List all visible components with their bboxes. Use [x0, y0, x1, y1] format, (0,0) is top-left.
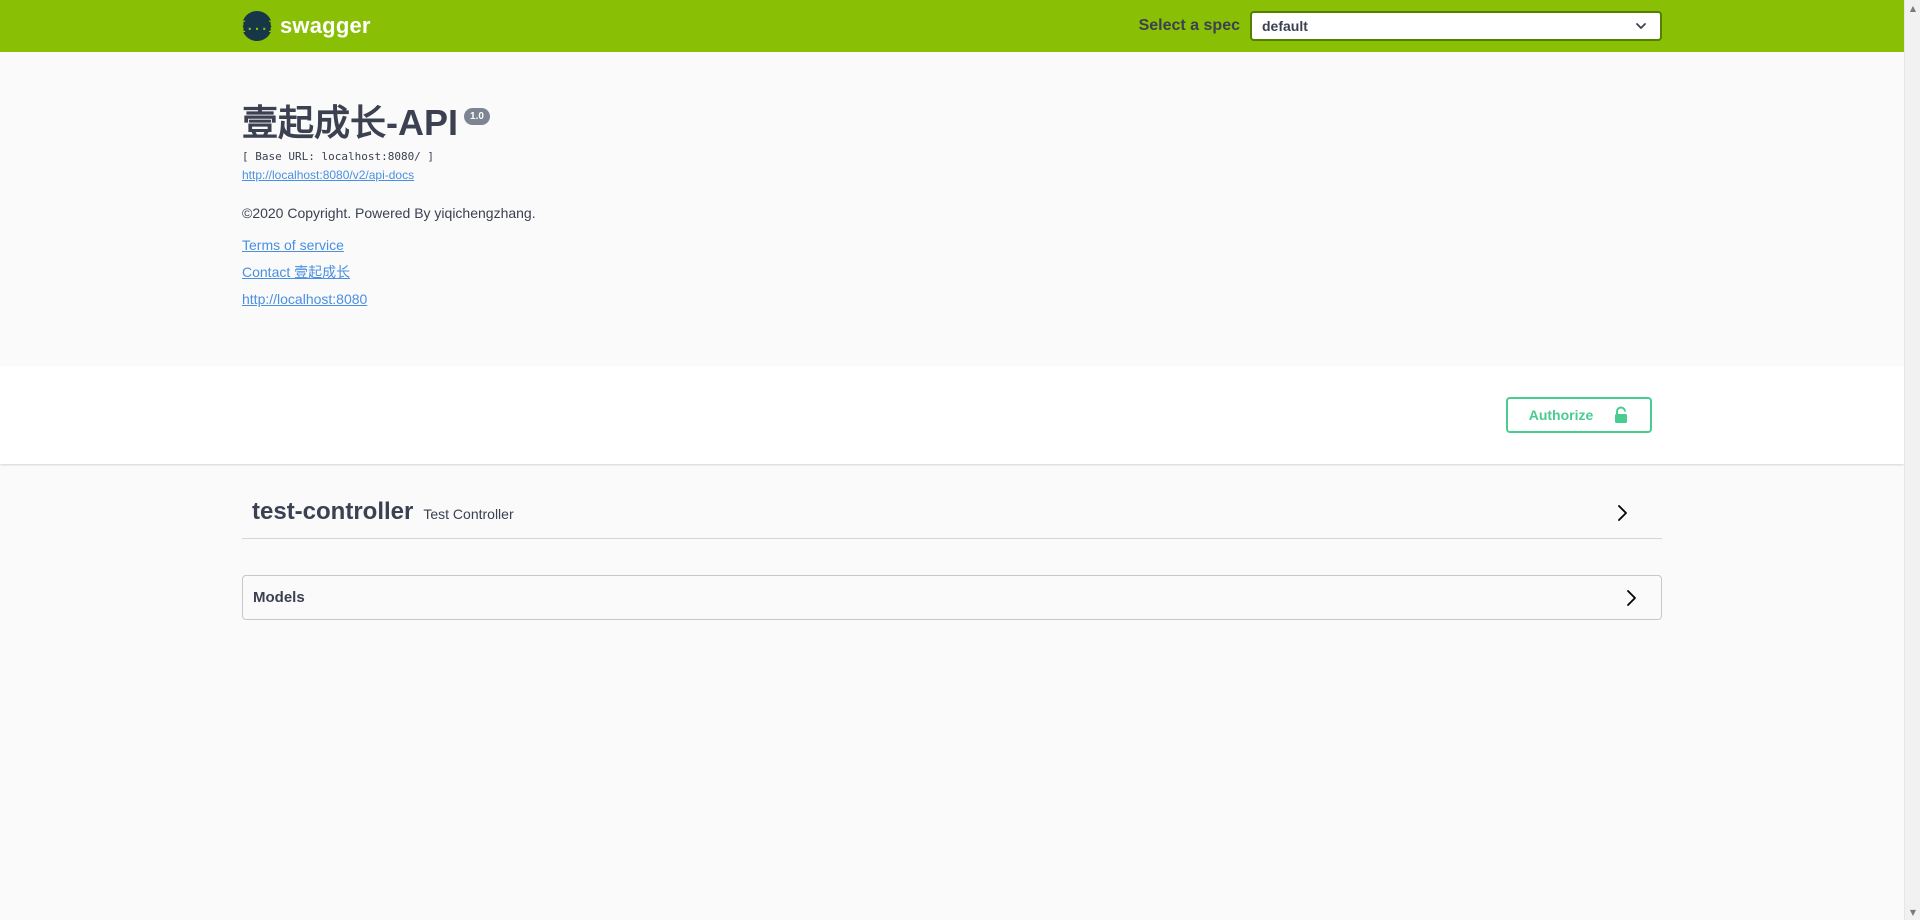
scroll-track[interactable]: [1909, 20, 1917, 900]
spec-label: Select a spec: [1138, 17, 1240, 34]
spec-selector-group: Select a spec default: [1139, 11, 1662, 41]
authorize-button[interactable]: Authorize: [1506, 397, 1652, 433]
scroll-up-icon[interactable]: ▲: [1905, 0, 1920, 16]
models-section[interactable]: Models: [242, 575, 1662, 620]
spec-selected-value: default: [1262, 18, 1308, 34]
api-docs-link[interactable]: http://localhost:8080/v2/api-docs: [242, 168, 414, 182]
tag-description: Test Controller: [423, 505, 514, 522]
base-url: [ Base URL: localhost:8080/ ]: [242, 150, 435, 163]
authorize-label: Authorize: [1528, 407, 1594, 423]
swagger-ui-page: {...} swagger Select a spec default 壹起成长…: [0, 0, 1920, 920]
lock-icon: [1615, 406, 1628, 423]
version-badge: 1.0: [464, 108, 490, 125]
page-scrollbar[interactable]: ▲ ▼: [1904, 0, 1920, 920]
topbar-inner: {...} swagger Select a spec default: [239, 0, 1662, 52]
chevron-right-icon: [1618, 505, 1627, 521]
brand-name: swagger: [280, 13, 371, 38]
swagger-logo-icon: {...}: [239, 11, 275, 41]
scroll-down-icon[interactable]: ▼: [1905, 904, 1920, 920]
title-row: 壹起成长-API 1.0: [242, 100, 1662, 146]
website-link[interactable]: http://localhost:8080: [242, 291, 367, 307]
tag-test-controller[interactable]: test-controller Test Controller: [242, 486, 1662, 539]
chevron-right-icon: [1627, 590, 1636, 606]
contact-link[interactable]: Contact 壹起成长: [242, 262, 350, 282]
api-description: ©2020 Copyright. Powered By yiqichengzha…: [242, 205, 536, 221]
tag-name: test-controller: [252, 498, 414, 525]
terms-of-service-link[interactable]: Terms of service: [242, 237, 344, 253]
api-info: 壹起成长-API 1.0 [ Base URL: localhost:8080/…: [242, 100, 1662, 307]
models-title: Models: [253, 589, 305, 606]
api-title: 壹起成长-API: [242, 102, 459, 143]
spec-select[interactable]: default: [1250, 11, 1662, 41]
info-links: Terms of service Contact 壹起成长 http://loc…: [242, 237, 1662, 307]
swagger-brand-link[interactable]: {...} swagger: [239, 11, 371, 41]
scheme-container: Authorize: [0, 366, 1904, 464]
topbar: {...} swagger Select a spec default: [0, 0, 1904, 52]
chevron-down-icon: [1636, 23, 1646, 29]
